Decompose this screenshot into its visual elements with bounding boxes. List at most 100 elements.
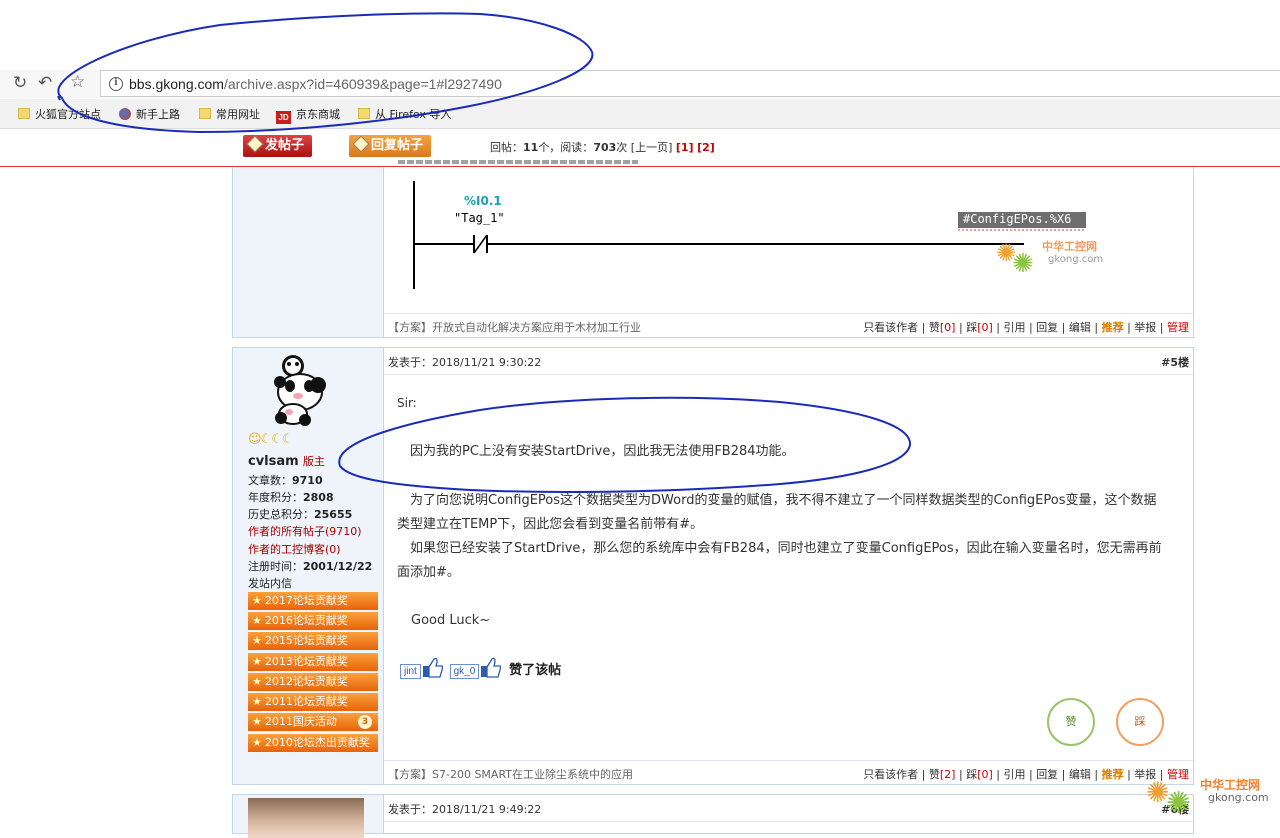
like-button[interactable]: 赞 xyxy=(1047,698,1095,746)
recommend-link[interactable]: 推荐 xyxy=(1102,768,1124,781)
url-path: /archive.aspx?id=460939&page=1#l2927490 xyxy=(223,76,502,92)
send-message-link[interactable]: 发站内信 xyxy=(248,575,292,591)
award-count-badge: 3 xyxy=(358,715,372,729)
author-sidebar: ☺☾☾☾ cvlsam 版主 文章数：9710 年度积分：2808 历史总积分：… xyxy=(233,348,384,784)
only-author-link[interactable]: 只看该作者 xyxy=(863,768,918,781)
body-paragraph: 面添加#。 xyxy=(397,565,460,580)
user-avatar[interactable] xyxy=(248,798,364,838)
star-icon: ★ xyxy=(252,614,262,627)
body-paragraph: 因为我的PC上没有安装StartDrive，因此我无法使用FB284功能。 xyxy=(410,444,795,459)
body-paragraph: 类型建立在TEMP下，因此您会看到变量名前带有#。 xyxy=(397,517,704,532)
bookmark-label: 京东商城 xyxy=(296,108,340,121)
replies-unit: 个，阅读： xyxy=(538,141,594,154)
post-header: 发表于：2018/11/21 9:49:22 #6楼 xyxy=(384,795,1193,822)
page-1-link[interactable]: [1] xyxy=(676,141,694,154)
thread-stats: 回帖：11个，阅读：703次 [上一页] [1] [2] xyxy=(490,139,715,155)
liker-jint[interactable]: jint xyxy=(400,664,421,679)
like-count: [2] xyxy=(939,768,956,781)
page-2-link[interactable]: [2] xyxy=(697,141,715,154)
panda-avatar[interactable] xyxy=(263,352,343,430)
author-name[interactable]: cvlsam xyxy=(248,454,299,469)
undo-icon[interactable]: ↶ xyxy=(38,73,52,93)
reload-icon[interactable]: ↻ xyxy=(13,73,27,93)
back-icon[interactable]: ‹ xyxy=(0,74,1,94)
edit-link[interactable]: 编辑 xyxy=(1069,768,1091,781)
likers-row: jint gk_0 赞了该帖 xyxy=(400,656,561,679)
body-signoff: Good Luck~ xyxy=(411,613,491,628)
award-badge: ★ 2015论坛贡献奖 xyxy=(248,632,378,650)
manage-link[interactable]: 管理 xyxy=(1167,321,1189,334)
dislike-link[interactable]: 踩 xyxy=(966,768,977,781)
star-icon: ★ xyxy=(252,695,262,708)
liked-text: 赞了该帖 xyxy=(509,663,562,678)
url-host: bbs.gkong.com xyxy=(129,76,224,92)
post-date: 发表于：2018/11/21 9:49:22 xyxy=(388,803,542,816)
liker-gk0[interactable]: gk_0 xyxy=(449,664,480,679)
total-points-label: 历史总积分： xyxy=(248,508,314,521)
bookmark-firefox-official[interactable]: 火狐官方站点 xyxy=(18,106,101,122)
thumbs-up-icon xyxy=(422,657,443,678)
reply-post-label: 回复帖子 xyxy=(371,138,424,153)
url-bar[interactable]: i bbs.gkong.com/archive.aspx?id=460939&p… xyxy=(100,70,1280,97)
views-count: 703 xyxy=(593,141,617,154)
post-date: 发表于：2018/11/21 9:30:22 xyxy=(388,356,542,369)
contact-address: %I0.1 xyxy=(464,194,502,208)
quote-link[interactable]: 引用 xyxy=(1003,768,1025,781)
award-label: 2015论坛贡献奖 xyxy=(264,634,348,647)
url-text[interactable]: bbs.gkong.com/archive.aspx?id=460939&pag… xyxy=(129,76,502,92)
bookmark-common-sites[interactable]: 常用网址 xyxy=(199,106,260,122)
post-content: 发表于：2018/11/21 9:30:22 #5楼 Sir: 因为我的PC上没… xyxy=(384,348,1193,784)
bookmark-firefox-import[interactable]: 从 Firefox 导入 xyxy=(358,106,451,122)
bookmark-label: 常用网址 xyxy=(216,108,260,121)
dislike-link[interactable]: 踩 xyxy=(966,321,977,334)
bookmark-label: 火狐官方站点 xyxy=(35,108,101,121)
rank-moons-icon: ☺☾☾☾ xyxy=(248,432,294,447)
edit-link[interactable]: 编辑 xyxy=(1069,321,1091,334)
coil-label: #ConfigEPos.%X6 xyxy=(963,212,1072,226)
footer-solution-link[interactable]: 【方案】开放式自动化解决方案应用于木材加工行业 xyxy=(388,321,641,334)
star-icon: ★ xyxy=(252,634,262,647)
year-points-label: 年度积分： xyxy=(248,491,303,504)
bookmark-label: 新手上路 xyxy=(136,108,180,121)
register-label: 注册时间： xyxy=(248,560,303,573)
like-link[interactable]: 赞 xyxy=(929,321,940,334)
reply-link[interactable]: 回复 xyxy=(1036,321,1058,334)
like-count: [0] xyxy=(939,321,956,334)
report-link[interactable]: 举报 xyxy=(1134,321,1156,334)
author-blog-link[interactable]: 作者的工控博客(0) xyxy=(248,541,341,557)
award-badge: ★ 2013论坛贡献奖 xyxy=(248,653,378,671)
reply-link[interactable]: 回复 xyxy=(1036,768,1058,781)
dislike-button[interactable]: 踩 xyxy=(1116,698,1164,746)
total-points-line: 历史总积分：25655 xyxy=(248,506,352,522)
star-bookmark-icon[interactable]: ☆ xyxy=(70,72,85,92)
body-paragraph: 如果您已经安装了StartDrive，那么您的系统库中会有FB284，同时也建立… xyxy=(410,541,1162,556)
author-all-posts-link[interactable]: 作者的所有帖子(9710) xyxy=(248,523,362,539)
watermark-en: gkong.com xyxy=(1208,791,1269,804)
replies-count: 11 xyxy=(523,141,539,154)
articles-value: 9710 xyxy=(292,474,323,487)
year-points-value: 2808 xyxy=(303,491,334,504)
star-icon: ★ xyxy=(252,594,262,607)
info-icon[interactable]: i xyxy=(109,77,123,91)
gear-icon: ✺ xyxy=(1012,249,1034,279)
total-points-value: 25655 xyxy=(314,508,353,521)
floor-number[interactable]: #5楼 xyxy=(1161,354,1189,370)
bookmark-jd[interactable]: JD 京东商城 xyxy=(276,106,340,124)
bookmark-getting-started[interactable]: 新手上路 xyxy=(119,106,180,122)
award-label: 2011国庆活动 xyxy=(264,715,337,728)
recommend-link[interactable]: 推荐 xyxy=(1102,321,1124,334)
new-post-label: 发帖子 xyxy=(265,138,305,153)
reply-icon xyxy=(352,135,370,153)
author-role: 版主 xyxy=(302,455,325,468)
award-label: 2016论坛贡献奖 xyxy=(264,614,348,627)
like-link[interactable]: 赞 xyxy=(929,768,940,781)
footer-solution-link[interactable]: 【方案】S7-200 SMART在工业除尘系统中的应用 xyxy=(388,768,633,781)
new-post-button[interactable]: 发帖子 xyxy=(243,135,313,157)
bookmarks-bar: 火狐官方站点 新手上路 常用网址 JD 京东商城 从 Firefox 导入 xyxy=(0,99,1280,129)
articles-label: 文章数： xyxy=(248,474,292,487)
only-author-link[interactable]: 只看该作者 xyxy=(863,321,918,334)
post-content: 发表于：2018/11/21 9:49:22 #6楼 xyxy=(384,795,1193,833)
views-unit[interactable]: 次 [上一页] xyxy=(616,141,676,154)
quote-link[interactable]: 引用 xyxy=(1003,321,1025,334)
reply-post-button[interactable]: 回复帖子 xyxy=(349,135,432,157)
